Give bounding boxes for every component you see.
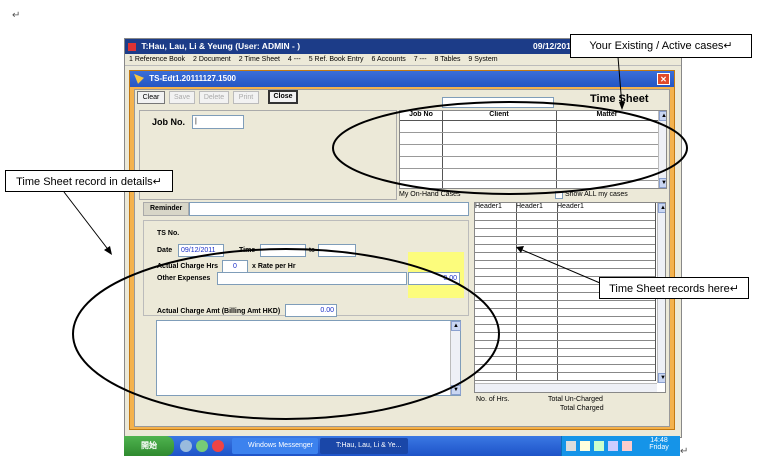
tray-icon-1[interactable] xyxy=(566,441,576,451)
details-ellipse xyxy=(72,248,500,420)
records-arrow xyxy=(519,248,601,284)
callout-record-details: Time Sheet record in details↵ xyxy=(5,170,173,192)
cases-arrow xyxy=(617,56,623,107)
records-arrowhead xyxy=(516,246,524,253)
clock: 14:48 Friday xyxy=(642,437,676,451)
callout-existing-cases: Your Existing / Active cases↵ xyxy=(570,34,752,58)
taskbar-item-messenger[interactable]: Windows Messenger xyxy=(232,438,318,454)
clock-time: 14:48 xyxy=(650,437,668,444)
tray-icon-3[interactable] xyxy=(594,441,604,451)
app-launcher-icon[interactable] xyxy=(212,440,224,452)
help-icon[interactable] xyxy=(580,441,590,451)
details-arrowhead xyxy=(104,246,112,255)
taskbar-item-app[interactable]: T:Hau, Lau, Li & Ye... xyxy=(320,438,408,454)
system-tray: 14:48 Friday xyxy=(561,436,680,456)
callout-records-here: Time Sheet records here↵ xyxy=(599,277,749,299)
volume-icon[interactable] xyxy=(622,441,632,451)
explorer-icon[interactable] xyxy=(196,440,208,452)
details-arrow xyxy=(63,191,111,253)
ie-icon[interactable] xyxy=(180,440,192,452)
clock-day: Friday xyxy=(649,444,669,451)
cases-ellipse xyxy=(332,101,688,195)
start-button[interactable]: 開始 xyxy=(124,436,174,456)
annotation-layer xyxy=(63,56,688,420)
network-icon[interactable] xyxy=(608,441,618,451)
taskbar: 開始 Windows Messenger T:Hau, Lau, Li & Ye… xyxy=(124,436,680,456)
cases-arrowhead xyxy=(619,102,625,110)
